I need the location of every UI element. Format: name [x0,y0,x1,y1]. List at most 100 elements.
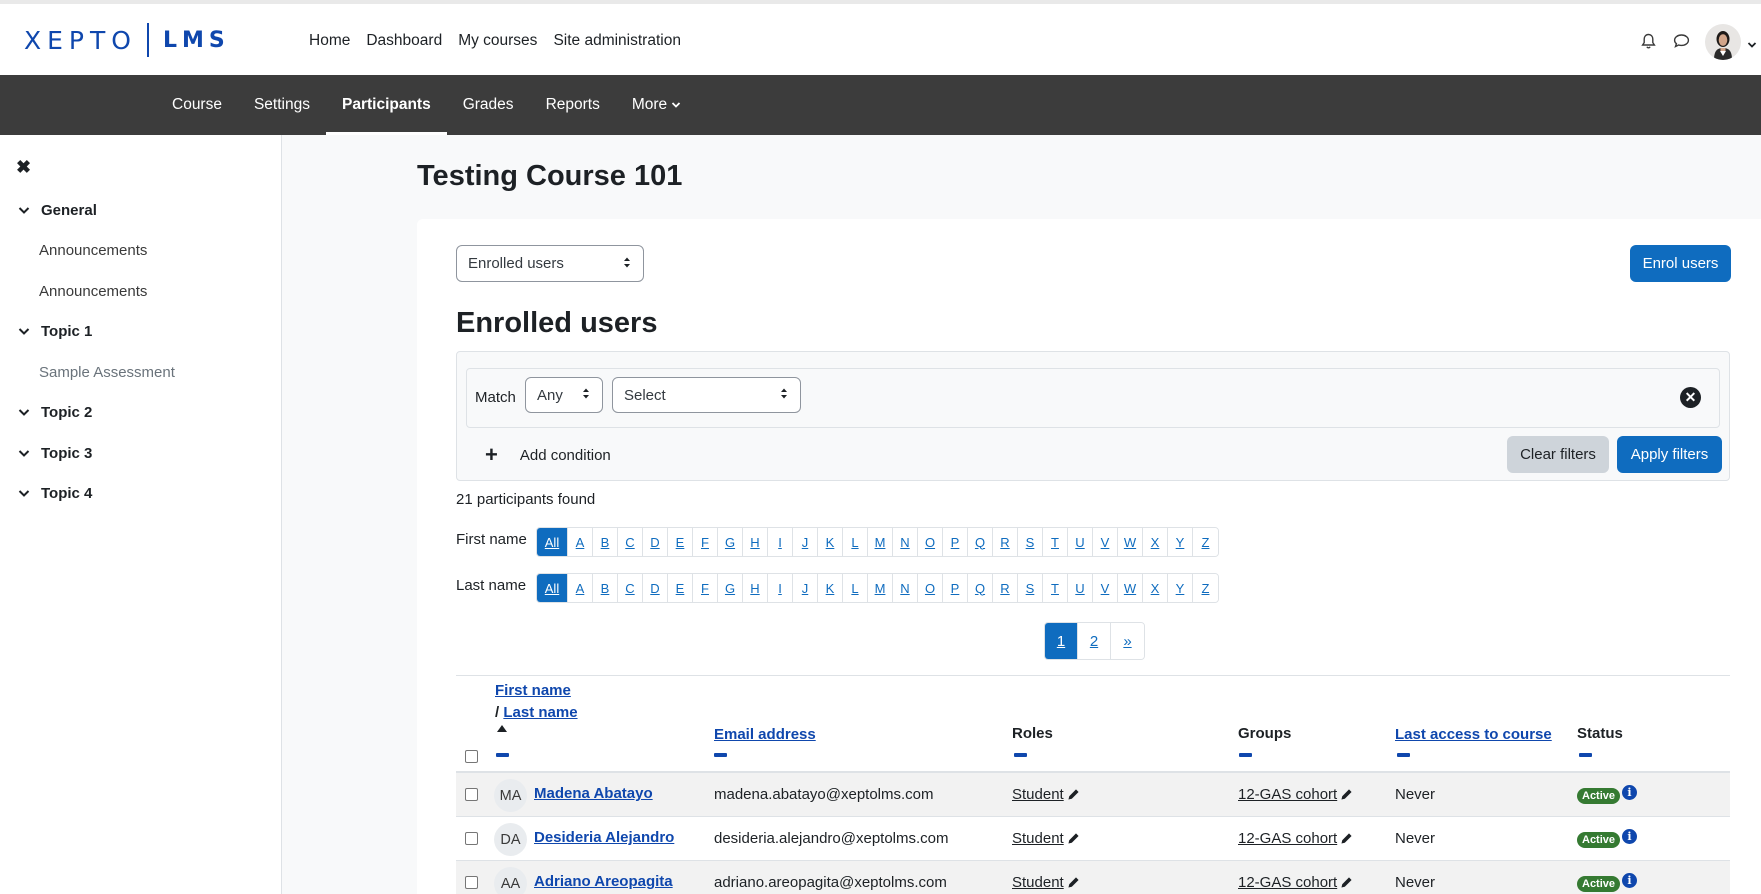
info-icon[interactable]: i [1622,873,1637,888]
initial-letter-a[interactable]: A [568,574,593,602]
participant-name-link[interactable]: Madena Abatayo [534,785,653,802]
remove-condition-icon[interactable]: ✕ [1680,387,1701,408]
initial-letter-z[interactable]: Z [1193,528,1218,556]
pencil-icon[interactable] [1340,876,1353,889]
collapse-column-icon[interactable] [1239,753,1252,757]
tab-course[interactable]: Course [156,75,238,135]
initial-letter-k[interactable]: K [818,574,843,602]
clear-filters-button[interactable]: Clear filters [1507,436,1609,473]
tab-reports[interactable]: Reports [530,75,616,135]
page-1-link[interactable]: 1 [1045,623,1078,659]
initial-letter-w[interactable]: W [1118,574,1143,602]
collapse-column-icon[interactable] [1014,753,1027,757]
chevron-down-icon[interactable] [18,489,31,498]
initial-letter-h[interactable]: H [743,574,768,602]
section-topic-2[interactable]: Topic 2 [0,393,282,434]
site-logo[interactable]: XEPTO LMS [24,23,230,57]
next-page-link[interactable]: » [1111,623,1144,659]
initial-letter-n[interactable]: N [893,574,918,602]
initial-letter-y[interactable]: Y [1168,528,1193,556]
initial-letter-q[interactable]: Q [968,574,993,602]
group-editable[interactable]: 12-GAS cohort [1238,874,1353,891]
sort-email-link[interactable]: Email address [714,726,816,743]
initial-letter-x[interactable]: X [1143,574,1168,602]
initial-letter-h[interactable]: H [743,528,768,556]
tab-more[interactable]: More [616,75,697,135]
initial-letter-a[interactable]: A [568,528,593,556]
activity-sample-assessment[interactable]: Sample Assessment [0,352,282,393]
nav-dashboard[interactable]: Dashboard [366,32,442,50]
initial-letter-n[interactable]: N [893,528,918,556]
initial-letter-i[interactable]: I [768,574,793,602]
initial-letter-b[interactable]: B [593,574,618,602]
initial-letter-o[interactable]: O [918,528,943,556]
chevron-down-icon[interactable] [18,449,31,458]
initial-letter-r[interactable]: R [993,574,1018,602]
initial-letter-b[interactable]: B [593,528,618,556]
tab-participants[interactable]: Participants [325,75,447,135]
row-checkbox[interactable] [465,832,478,845]
pencil-icon[interactable] [1067,788,1080,801]
initial-letter-k[interactable]: K [818,528,843,556]
bell-icon[interactable] [1641,33,1656,54]
initial-letter-l[interactable]: L [843,528,868,556]
collapse-column-icon[interactable] [1579,753,1592,757]
initial-all[interactable]: All [537,574,568,602]
info-icon[interactable]: i [1622,785,1637,800]
chevron-down-icon[interactable] [18,408,31,417]
activity-announcements[interactable]: Announcements [0,231,282,272]
initial-letter-s[interactable]: S [1018,574,1043,602]
initial-letter-d[interactable]: D [643,574,668,602]
chevron-down-icon[interactable] [18,206,31,215]
initial-letter-u[interactable]: U [1068,528,1093,556]
participant-name-link[interactable]: Desideria Alejandro [534,829,674,846]
pencil-icon[interactable] [1067,832,1080,845]
row-checkbox[interactable] [465,876,478,889]
tab-grades[interactable]: Grades [447,75,530,135]
role-editable[interactable]: Student [1012,874,1080,891]
sort-last-name-link[interactable]: Last name [503,704,577,721]
initial-letter-p[interactable]: P [943,528,968,556]
initial-letter-c[interactable]: C [618,528,643,556]
initial-letter-q[interactable]: Q [968,528,993,556]
pencil-icon[interactable] [1340,832,1353,845]
enrol-users-button[interactable]: Enrol users [1630,245,1731,282]
row-checkbox[interactable] [465,788,478,801]
add-condition-button[interactable]: + Add condition [485,444,611,466]
tab-settings[interactable]: Settings [238,75,326,135]
initial-letter-l[interactable]: L [843,574,868,602]
section-topic-1[interactable]: Topic 1 [0,312,282,353]
section-topic-4[interactable]: Topic 4 [0,474,282,515]
initial-letter-j[interactable]: J [793,574,818,602]
select-all-checkbox[interactable] [465,750,478,763]
initial-letter-e[interactable]: E [668,574,693,602]
initial-letter-v[interactable]: V [1093,574,1118,602]
apply-filters-button[interactable]: Apply filters [1617,436,1722,473]
initial-letter-j[interactable]: J [793,528,818,556]
initial-letter-v[interactable]: V [1093,528,1118,556]
initial-letter-r[interactable]: R [993,528,1018,556]
initial-letter-w[interactable]: W [1118,528,1143,556]
initial-letter-z[interactable]: Z [1193,574,1218,602]
initial-letter-m[interactable]: M [868,574,893,602]
info-icon[interactable]: i [1622,829,1637,844]
chevron-down-icon[interactable] [18,327,31,336]
filter-type-select[interactable]: Select [612,377,801,413]
initial-letter-s[interactable]: S [1018,528,1043,556]
initial-letter-d[interactable]: D [643,528,668,556]
initial-letter-c[interactable]: C [618,574,643,602]
nav-site-administration[interactable]: Site administration [553,32,681,50]
participants-view-select[interactable]: Enrolled users [456,245,644,282]
initial-letter-g[interactable]: G [718,574,743,602]
user-avatar[interactable] [1705,24,1741,60]
initial-letter-t[interactable]: T [1043,574,1068,602]
collapse-column-icon[interactable] [714,753,727,757]
initial-letter-f[interactable]: F [693,574,718,602]
initial-letter-i[interactable]: I [768,528,793,556]
chevron-down-icon[interactable] [1747,36,1757,53]
nav-home[interactable]: Home [309,32,350,50]
initial-letter-y[interactable]: Y [1168,574,1193,602]
match-select[interactable]: Any [525,377,603,413]
pencil-icon[interactable] [1067,876,1080,889]
initial-letter-m[interactable]: M [868,528,893,556]
